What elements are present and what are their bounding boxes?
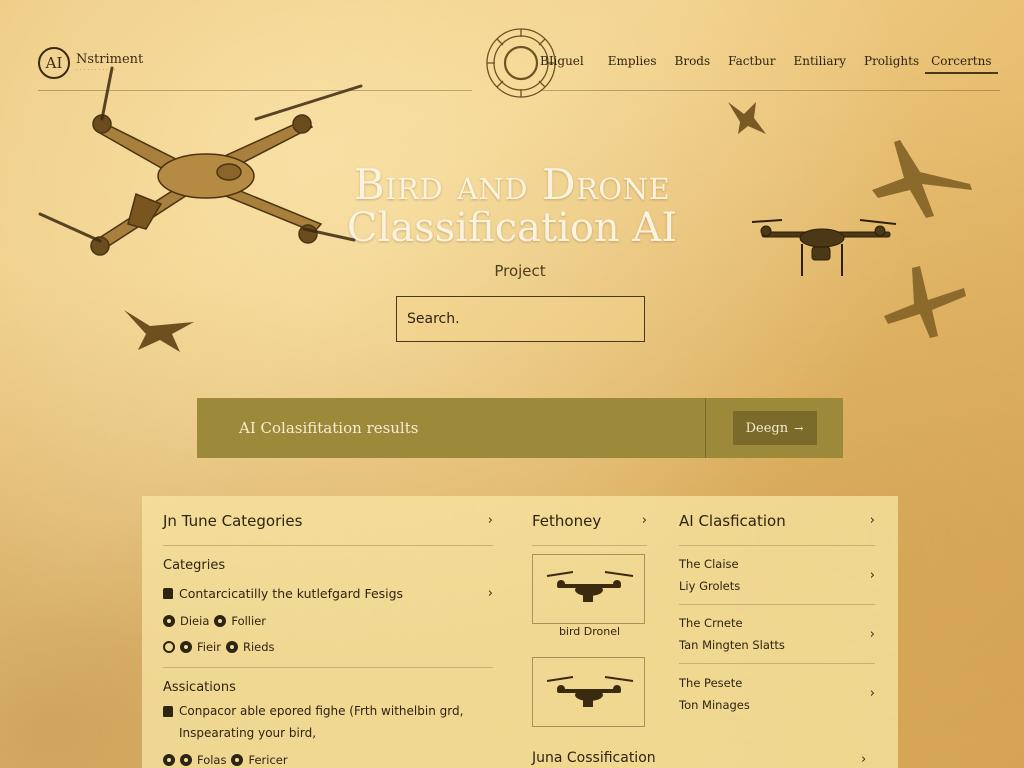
drone-card-2-caption <box>532 728 647 742</box>
item-title: The Claise <box>679 557 739 571</box>
nav-item-4[interactable]: Factbur <box>722 54 781 74</box>
chip-label: Folas <box>197 753 227 767</box>
main-nav: BIiguel Emplies Brods Factbur Entiliary … <box>534 54 998 74</box>
header-divider-left <box>38 90 472 91</box>
radio-icon[interactable] <box>225 641 238 653</box>
chart-icon <box>163 705 173 717</box>
featured-header[interactable]: Fethoney › <box>532 496 647 546</box>
chevron-right-icon: › <box>487 585 493 601</box>
classification-footer-link[interactable]: Juna Cossification <box>532 750 656 766</box>
associations-section-title: Assications <box>163 680 236 695</box>
radio-icon[interactable] <box>231 754 244 766</box>
chevron-right-icon: › <box>869 686 875 701</box>
hero-subtitle: Project <box>494 262 546 280</box>
item-subtitle: Ton Minages <box>679 697 750 712</box>
chip-label: Dieia <box>180 614 210 628</box>
item-subtitle: Tan Mingten Slatts <box>679 638 785 652</box>
item-title: The Pesete <box>679 675 743 690</box>
hero-title-line2: Classification AI <box>346 205 678 252</box>
drone-card-1[interactable] <box>532 554 645 624</box>
categories-header[interactable]: Jn Tune Categories › <box>163 496 493 546</box>
site-logo[interactable]: AI Nstriment · · · · · · · · · · · <box>38 47 143 79</box>
categories-link-text: Contarcicatilly the kutlefgard Fesigs <box>179 585 404 601</box>
radio-icon[interactable] <box>163 615 175 627</box>
design-button[interactable]: Deegn → <box>732 411 817 445</box>
classification-item[interactable]: The Claise Liy Grolets › <box>679 546 875 605</box>
ai-classification-title: AI Clasfication <box>679 511 786 530</box>
chip-label: Rieds <box>242 640 275 654</box>
logo-tagline: · · · · · · · · · · · <box>76 67 116 73</box>
nav-item-2[interactable]: Emplies <box>602 54 663 74</box>
search-input[interactable] <box>396 296 645 342</box>
hero-title-line1: Bird and Drone <box>353 160 671 209</box>
hero-title: Bird and Drone Classification AI <box>0 162 1024 251</box>
associations-body: Conpacor able epored fighe (Frth withelb… <box>163 700 493 744</box>
categories-section-title: Categries <box>163 558 226 573</box>
design-button-label: Deegn <box>745 420 789 436</box>
chevron-right-icon: › <box>869 626 875 642</box>
item-subtitle: Liy Grolets <box>679 579 741 593</box>
radio-icon[interactable] <box>180 641 192 653</box>
radio-empty-icon[interactable] <box>163 641 175 653</box>
categories-link-row[interactable]: Contarcicatilly the kutlefgard Fesigs › <box>163 581 493 605</box>
chip-label: Follier <box>231 614 267 628</box>
chevron-right-icon[interactable]: › <box>861 752 866 767</box>
bird-silhouette-top <box>728 102 766 134</box>
radio-icon[interactable] <box>214 615 227 627</box>
category-chip-row-2: Fieir Rieds <box>163 637 493 657</box>
radio-icon[interactable] <box>180 754 192 766</box>
section-divider <box>163 667 493 668</box>
featured-column: Fethoney › bird Dronel Juna Cossificatio… <box>532 496 656 766</box>
drone-thumbnail-icon <box>546 571 633 602</box>
nav-item-5[interactable]: Entiliary <box>788 54 853 74</box>
results-banner: AI Colasifitation results Deegn → <box>197 398 843 458</box>
associations-line2: Inspearating your bird, <box>179 726 317 740</box>
chevron-right-icon: › <box>641 513 647 528</box>
header-divider-right <box>540 90 1000 91</box>
arrow-right-icon: → <box>794 421 804 435</box>
classification-item[interactable]: The Pesete Ton Minages › <box>679 664 875 723</box>
item-title: The Crnete <box>679 616 743 630</box>
featured-title: Fethoney <box>532 511 602 530</box>
ai-classification-column: AI Clasfication › The Claise Liy Grolets… <box>679 496 875 723</box>
logo-name: Nstriment <box>76 52 144 67</box>
chevron-right-icon: › <box>869 513 875 528</box>
drone-thumbnail-icon <box>546 676 633 707</box>
classification-item[interactable]: The Crnete Tan Mingten Slatts › <box>679 605 875 664</box>
ai-classification-header[interactable]: AI Clasfication › <box>679 496 875 546</box>
chevron-right-icon: › <box>487 513 493 528</box>
associations-line1: Conpacor able epored fighe (Frth withelb… <box>179 704 464 718</box>
chevron-right-icon: › <box>869 567 875 583</box>
results-banner-label: AI Colasifitation results <box>239 419 419 437</box>
radio-icon[interactable] <box>163 754 175 766</box>
logo-mark: AI <box>38 47 70 79</box>
content-panel: Jn Tune Categories › Categries Contarcic… <box>142 496 898 768</box>
bird-silhouette-left <box>124 310 194 352</box>
drone-card-1-caption: bird Dronel <box>558 625 621 638</box>
chip-label: Fericer <box>248 753 288 767</box>
nav-item-3[interactable]: Brods <box>669 54 717 74</box>
category-chip-row-1: Dieia Follier <box>163 611 493 631</box>
nav-item-7[interactable]: Corcertns <box>925 54 998 74</box>
association-chip-row: Folas Fericer <box>163 750 493 768</box>
categories-column: Jn Tune Categories › Categries Contarcic… <box>163 496 493 768</box>
categories-title: Jn Tune Categories <box>163 511 303 530</box>
nav-item-6[interactable]: Prolights <box>858 54 925 74</box>
drone-card-2[interactable] <box>532 657 645 727</box>
nav-item-1[interactable]: BIiguel <box>534 54 590 74</box>
lock-icon <box>163 587 173 599</box>
chip-label: Fieir <box>197 640 221 654</box>
